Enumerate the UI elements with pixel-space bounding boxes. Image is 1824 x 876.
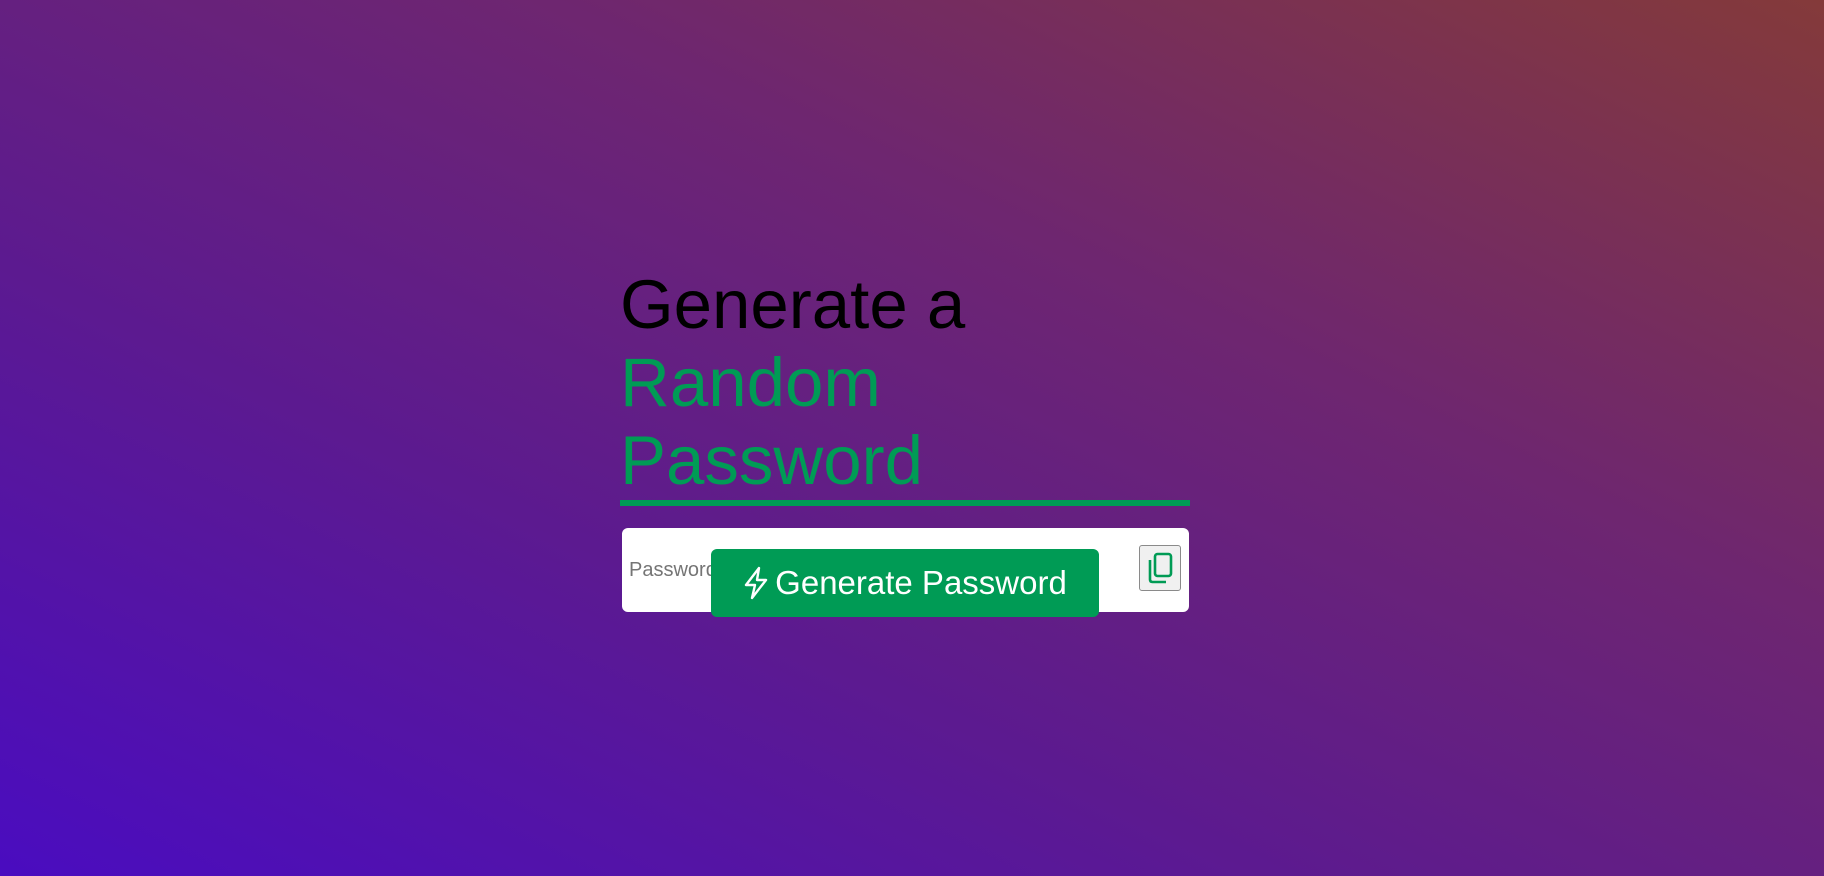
page-title: Generate a Random Password	[620, 266, 1190, 506]
generate-password-button[interactable]: Generate Password	[711, 549, 1099, 617]
title-line-2-highlight: Random Password	[620, 344, 1190, 506]
copy-icon	[1148, 552, 1173, 584]
title-line-1: Generate a	[620, 266, 966, 343]
lightning-icon	[744, 566, 768, 600]
generator-panel: Generate a Random Password Generate Pass…	[620, 266, 1190, 617]
copy-button[interactable]	[1139, 545, 1181, 591]
generate-button-label: Generate Password	[775, 564, 1067, 601]
